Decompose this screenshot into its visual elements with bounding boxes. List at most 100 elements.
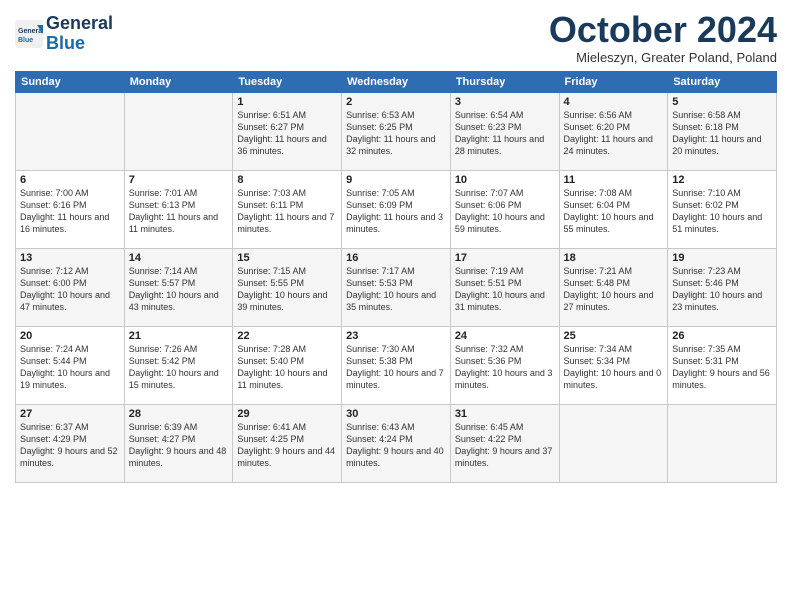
day-number: 20 bbox=[20, 330, 120, 342]
day-number: 9 bbox=[346, 174, 446, 186]
day-number: 6 bbox=[20, 174, 120, 186]
day-detail: Sunrise: 7:28 AMSunset: 5:40 PMDaylight:… bbox=[237, 344, 327, 390]
calendar-cell bbox=[124, 92, 233, 170]
day-detail: Sunrise: 7:34 AMSunset: 5:34 PMDaylight:… bbox=[564, 344, 662, 390]
calendar-header-row: SundayMondayTuesdayWednesdayThursdayFrid… bbox=[16, 71, 777, 92]
calendar-cell: 30Sunrise: 6:43 AMSunset: 4:24 PMDayligh… bbox=[342, 404, 451, 482]
calendar-cell: 12 Sunrise: 7:10 AMSunset: 6:02 PMDayligh… bbox=[668, 170, 777, 248]
day-detail: Sunrise: 7:35 AMSunset: 5:31 PMDaylight:… bbox=[672, 344, 770, 390]
day-detail: Sunrise: 7:15 AMSunset: 5:55 PMDaylight:… bbox=[237, 266, 327, 312]
day-detail: Sunrise: 6:53 AMSunset: 6:25 PMDaylight:… bbox=[346, 110, 435, 156]
calendar-cell: 6 Sunrise: 7:00 AMSunset: 6:16 PMDaylight… bbox=[16, 170, 125, 248]
calendar-week-row: 27 Sunrise: 6:37 AMSunset: 4:29 PMDayligh… bbox=[16, 404, 777, 482]
month-title: October 2024 bbox=[549, 10, 777, 50]
calendar-cell: 29 Sunrise: 6:41 AMSunset: 4:25 PMDayligh… bbox=[233, 404, 342, 482]
day-number: 5 bbox=[672, 96, 772, 108]
day-detail: Sunrise: 7:05 AMSunset: 6:09 PMDaylight:… bbox=[346, 188, 443, 234]
calendar-cell: 10 Sunrise: 7:07 AMSunset: 6:06 PMDayligh… bbox=[450, 170, 559, 248]
day-number: 24 bbox=[455, 330, 555, 342]
day-detail: Sunrise: 7:26 AMSunset: 5:42 PMDaylight:… bbox=[129, 344, 219, 390]
day-number: 4 bbox=[564, 96, 664, 108]
day-number: 28 bbox=[129, 408, 229, 420]
day-detail: Sunrise: 6:45 AMSunset: 4:22 PMDaylight:… bbox=[455, 422, 553, 468]
day-number: 10 bbox=[455, 174, 555, 186]
page: General Blue General Blue October 2024 M… bbox=[0, 0, 792, 612]
calendar-cell: 2 Sunrise: 6:53 AMSunset: 6:25 PMDaylight… bbox=[342, 92, 451, 170]
calendar-cell: 27 Sunrise: 6:37 AMSunset: 4:29 PMDayligh… bbox=[16, 404, 125, 482]
day-detail: Sunrise: 7:24 AMSunset: 5:44 PMDaylight:… bbox=[20, 344, 110, 390]
day-detail: Sunrise: 6:58 AMSunset: 6:18 PMDaylight:… bbox=[672, 110, 761, 156]
day-header-tuesday: Tuesday bbox=[233, 71, 342, 92]
day-detail: Sunrise: 7:14 AMSunset: 5:57 PMDaylight:… bbox=[129, 266, 219, 312]
location-subtitle: Mieleszyn, Greater Poland, Poland bbox=[549, 50, 777, 65]
calendar-cell: 17Sunrise: 7:19 AMSunset: 5:51 PMDayligh… bbox=[450, 248, 559, 326]
calendar-cell: 24 Sunrise: 7:32 AMSunset: 5:36 PMDayligh… bbox=[450, 326, 559, 404]
calendar-week-row: 6 Sunrise: 7:00 AMSunset: 6:16 PMDaylight… bbox=[16, 170, 777, 248]
calendar-cell: 28Sunrise: 6:39 AMSunset: 4:27 PMDayligh… bbox=[124, 404, 233, 482]
logo-line2: Blue bbox=[46, 33, 85, 53]
calendar-cell: 21 Sunrise: 7:26 AMSunset: 5:42 PMDayligh… bbox=[124, 326, 233, 404]
calendar-cell: 16 Sunrise: 7:17 AMSunset: 5:53 PMDayligh… bbox=[342, 248, 451, 326]
day-detail: Sunrise: 7:03 AMSunset: 6:11 PMDaylight:… bbox=[237, 188, 334, 234]
day-detail: Sunrise: 7:23 AMSunset: 5:46 PMDaylight:… bbox=[672, 266, 762, 312]
calendar-cell bbox=[668, 404, 777, 482]
day-header-friday: Friday bbox=[559, 71, 668, 92]
day-number: 21 bbox=[129, 330, 229, 342]
day-detail: Sunrise: 6:37 AMSunset: 4:29 PMDaylight:… bbox=[20, 422, 118, 468]
day-number: 30 bbox=[346, 408, 446, 420]
calendar-cell: 11 Sunrise: 7:08 AMSunset: 6:04 PMDayligh… bbox=[559, 170, 668, 248]
day-detail: Sunrise: 7:07 AMSunset: 6:06 PMDaylight:… bbox=[455, 188, 545, 234]
day-number: 27 bbox=[20, 408, 120, 420]
day-detail: Sunrise: 7:17 AMSunset: 5:53 PMDaylight:… bbox=[346, 266, 436, 312]
day-header-thursday: Thursday bbox=[450, 71, 559, 92]
day-number: 19 bbox=[672, 252, 772, 264]
day-number: 16 bbox=[346, 252, 446, 264]
calendar-cell: 20 Sunrise: 7:24 AMSunset: 5:44 PMDayligh… bbox=[16, 326, 125, 404]
calendar-cell: 23Sunrise: 7:30 AMSunset: 5:38 PMDayligh… bbox=[342, 326, 451, 404]
calendar-week-row: 20 Sunrise: 7:24 AMSunset: 5:44 PMDayligh… bbox=[16, 326, 777, 404]
day-number: 22 bbox=[237, 330, 337, 342]
svg-text:Blue: Blue bbox=[18, 37, 33, 44]
day-detail: Sunrise: 7:21 AMSunset: 5:48 PMDaylight:… bbox=[564, 266, 654, 312]
day-number: 11 bbox=[564, 174, 664, 186]
day-detail: Sunrise: 7:10 AMSunset: 6:02 PMDaylight:… bbox=[672, 188, 762, 234]
calendar-cell: 8 Sunrise: 7:03 AMSunset: 6:11 PMDaylight… bbox=[233, 170, 342, 248]
day-detail: Sunrise: 7:00 AMSunset: 6:16 PMDaylight:… bbox=[20, 188, 109, 234]
day-number: 14 bbox=[129, 252, 229, 264]
day-detail: Sunrise: 6:51 AMSunset: 6:27 PMDaylight:… bbox=[237, 110, 326, 156]
day-number: 12 bbox=[672, 174, 772, 186]
day-detail: Sunrise: 7:32 AMSunset: 5:36 PMDaylight:… bbox=[455, 344, 553, 390]
day-number: 8 bbox=[237, 174, 337, 186]
calendar-cell: 13 Sunrise: 7:12 AMSunset: 6:00 PMDayligh… bbox=[16, 248, 125, 326]
day-detail: Sunrise: 6:41 AMSunset: 4:25 PMDaylight:… bbox=[237, 422, 335, 468]
calendar-cell: 14 Sunrise: 7:14 AMSunset: 5:57 PMDayligh… bbox=[124, 248, 233, 326]
day-detail: Sunrise: 6:56 AMSunset: 6:20 PMDaylight:… bbox=[564, 110, 653, 156]
day-detail: Sunrise: 7:08 AMSunset: 6:04 PMDaylight:… bbox=[564, 188, 654, 234]
calendar-cell: 19 Sunrise: 7:23 AMSunset: 5:46 PMDayligh… bbox=[668, 248, 777, 326]
day-number: 7 bbox=[129, 174, 229, 186]
calendar-cell: 31Sunrise: 6:45 AMSunset: 4:22 PMDayligh… bbox=[450, 404, 559, 482]
calendar-cell: 18Sunrise: 7:21 AMSunset: 5:48 PMDayligh… bbox=[559, 248, 668, 326]
day-header-wednesday: Wednesday bbox=[342, 71, 451, 92]
day-number: 29 bbox=[237, 408, 337, 420]
day-number: 23 bbox=[346, 330, 446, 342]
logo-text: General Blue bbox=[46, 14, 113, 54]
calendar-week-row: 13 Sunrise: 7:12 AMSunset: 6:00 PMDayligh… bbox=[16, 248, 777, 326]
day-detail: Sunrise: 6:54 AMSunset: 6:23 PMDaylight:… bbox=[455, 110, 544, 156]
title-block: October 2024 Mieleszyn, Greater Poland, … bbox=[549, 10, 777, 65]
day-number: 2 bbox=[346, 96, 446, 108]
day-detail: Sunrise: 7:12 AMSunset: 6:00 PMDaylight:… bbox=[20, 266, 110, 312]
calendar-cell bbox=[559, 404, 668, 482]
day-detail: Sunrise: 7:01 AMSunset: 6:13 PMDaylight:… bbox=[129, 188, 218, 234]
calendar-cell: 3 Sunrise: 6:54 AMSunset: 6:23 PMDaylight… bbox=[450, 92, 559, 170]
calendar-cell: 4 Sunrise: 6:56 AMSunset: 6:20 PMDaylight… bbox=[559, 92, 668, 170]
day-number: 3 bbox=[455, 96, 555, 108]
calendar-cell: 26 Sunrise: 7:35 AMSunset: 5:31 PMDayligh… bbox=[668, 326, 777, 404]
logo-icon: General Blue bbox=[15, 20, 43, 48]
calendar-week-row: 1 Sunrise: 6:51 AMSunset: 6:27 PMDaylight… bbox=[16, 92, 777, 170]
day-number: 26 bbox=[672, 330, 772, 342]
day-number: 13 bbox=[20, 252, 120, 264]
calendar-cell: 25Sunrise: 7:34 AMSunset: 5:34 PMDayligh… bbox=[559, 326, 668, 404]
calendar-cell: 5 Sunrise: 6:58 AMSunset: 6:18 PMDaylight… bbox=[668, 92, 777, 170]
day-number: 1 bbox=[237, 96, 337, 108]
